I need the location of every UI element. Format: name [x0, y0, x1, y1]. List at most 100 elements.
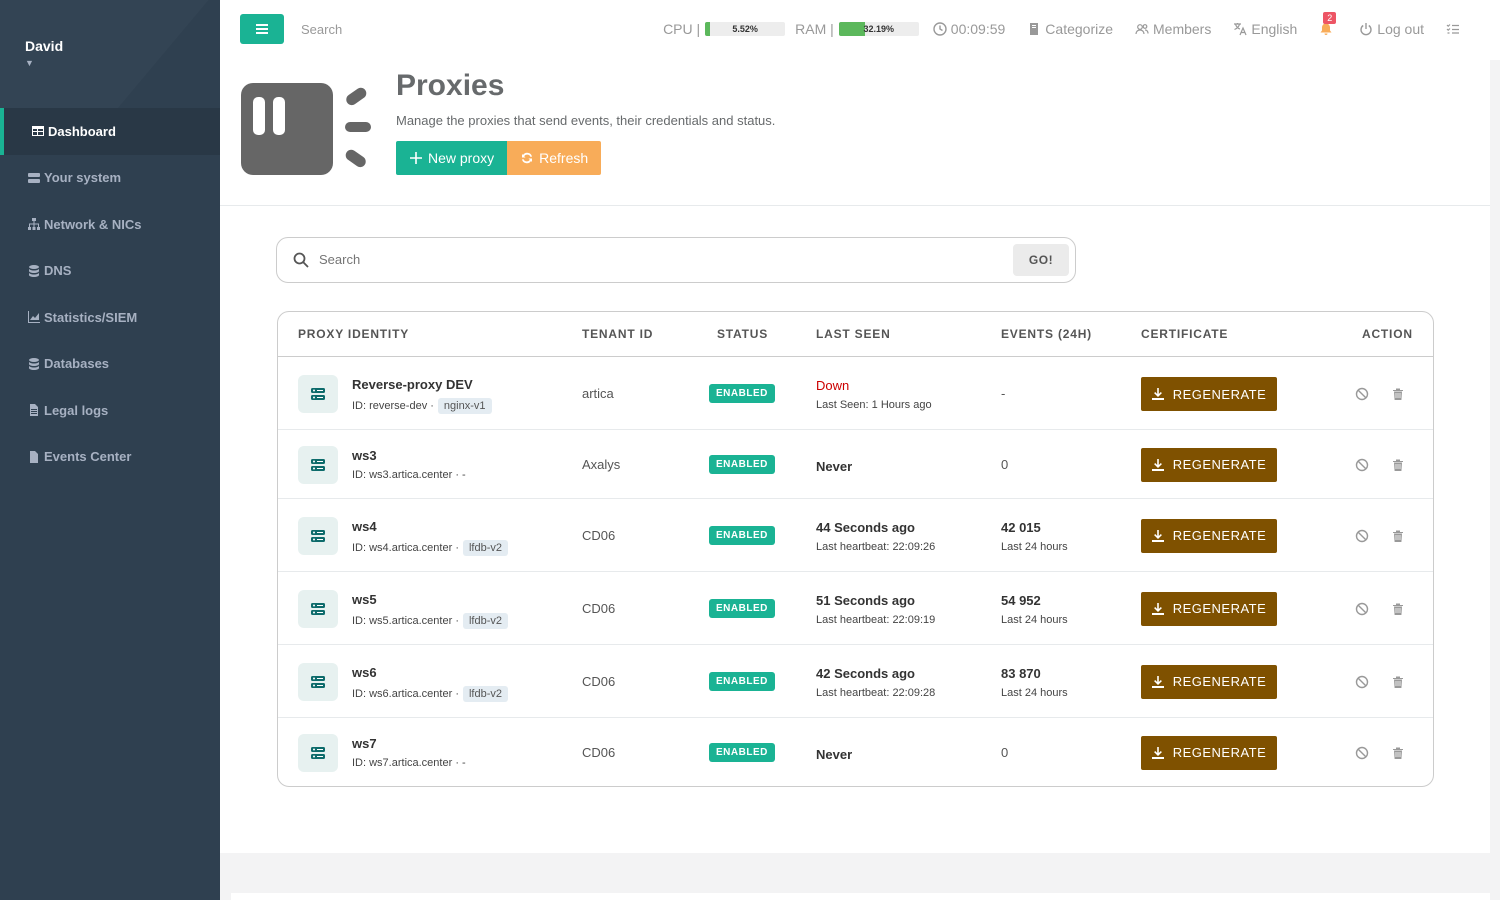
delete-button[interactable]: [1391, 458, 1405, 475]
delete-button[interactable]: [1391, 675, 1405, 692]
notifications-badge: 2: [1323, 12, 1337, 24]
col-tenant-id: TENANT ID: [582, 327, 654, 341]
proxy-identity: ws5 ID: ws5.artica.center · lfdb-v2: [352, 592, 509, 629]
disable-button[interactable]: [1355, 746, 1369, 763]
delete-button[interactable]: [1391, 746, 1405, 763]
proxy-id: ID: ws4.artica.center · lfdb-v2: [352, 539, 509, 556]
disable-button[interactable]: [1355, 602, 1369, 619]
proxy-name: Reverse-proxy DEV: [352, 377, 473, 392]
delete-button[interactable]: [1391, 529, 1405, 546]
events-value: 54 952: [1001, 592, 1041, 608]
members-link[interactable]: Members: [1135, 21, 1211, 37]
disable-button[interactable]: [1355, 529, 1369, 546]
proxy-logo-icon: [241, 83, 373, 178]
user-profile[interactable]: David ▼: [0, 0, 220, 108]
last-seen: Down Last Seen: 1 Hours ago: [816, 378, 932, 411]
regenerate-label: REGENERATE: [1172, 745, 1267, 760]
sidebar-item-network[interactable]: Network & NICs: [0, 201, 220, 248]
last-seen: Never: [816, 459, 852, 474]
proxy-id: ID: ws3.artica.center · -: [352, 469, 466, 481]
last-seen-detail: Last heartbeat: 22:09:28: [816, 686, 936, 699]
sidebar-item-statistics[interactable]: Statistics/SIEM: [0, 294, 220, 341]
sidebar-item-label: Your system: [44, 170, 122, 186]
file-icon: [27, 404, 40, 417]
disable-button[interactable]: [1355, 675, 1369, 692]
server-icon: [298, 516, 338, 555]
regenerate-button[interactable]: REGENERATE: [1141, 518, 1277, 553]
proxy-type-tag: nginx-v1: [437, 398, 492, 414]
sidebar-item-dns[interactable]: DNS: [0, 248, 220, 295]
download-icon: [1151, 529, 1173, 542]
caret-down-icon[interactable]: ▼: [25, 58, 195, 68]
status-badge: ENABLED: [709, 671, 775, 691]
top-navbar: Search CPU | 5.52% RAM | 32.19% 00:09:59…: [220, 0, 1500, 60]
col-certificate: CERTIFICATE: [1141, 327, 1229, 341]
last-seen-value: Never: [816, 746, 853, 762]
regenerate-button[interactable]: REGENERATE: [1141, 591, 1277, 626]
regenerate-label: REGENERATE: [1172, 674, 1267, 689]
notifications-button[interactable]: 2: [1319, 12, 1337, 36]
proxy-search-input[interactable]: [319, 252, 999, 267]
list-check-icon: [1446, 24, 1459, 34]
trash-icon: [1391, 530, 1405, 546]
delete-button[interactable]: [1391, 387, 1405, 404]
tenant-id: CD06: [582, 744, 616, 760]
cpu-meter: CPU | 5.52%: [663, 21, 786, 37]
sidebar-item-dashboard[interactable]: Dashboard: [0, 108, 220, 155]
ban-icon: [1355, 529, 1369, 546]
last-seen-value: 42 Seconds ago: [816, 665, 915, 681]
regenerate-button[interactable]: REGENERATE: [1141, 735, 1277, 770]
proxy-id-text: ID: reverse-dev ·: [352, 400, 434, 412]
ram-meter: RAM | 32.19%: [795, 21, 919, 37]
trash-icon: [1391, 603, 1405, 619]
last-seen-value: 44 Seconds ago: [816, 519, 915, 535]
status-badge: ENABLED: [709, 384, 775, 403]
table-row: ws3 ID: ws3.artica.center · - Axalys ENABLE…: [278, 430, 1433, 499]
go-button[interactable]: GO!: [1013, 244, 1069, 276]
regenerate-button[interactable]: REGENERATE: [1141, 664, 1277, 699]
sidebar-item-legal-logs[interactable]: Legal logs: [0, 387, 220, 434]
sidebar-item-events-center[interactable]: Events Center: [0, 434, 220, 481]
last-seen-value: 51 Seconds ago: [816, 592, 915, 608]
server-icon: [298, 375, 338, 413]
sidebar-item-databases[interactable]: Databases: [0, 341, 220, 388]
last-seen-detail: Last heartbeat: 22:09:19: [816, 613, 936, 626]
events-detail: Last 24 hours: [1001, 613, 1068, 626]
events-24h: -: [1001, 386, 1005, 401]
proxies-table: PROXY IDENTITY TENANT ID STATUS LAST SEE…: [277, 311, 1434, 787]
language-link[interactable]: English: [1233, 21, 1297, 37]
disable-button[interactable]: [1355, 458, 1369, 475]
ban-icon: [1355, 458, 1369, 475]
proxy-id-text: ID: ws3.artica.center · -: [352, 468, 466, 481]
ram-label: RAM |: [795, 21, 834, 37]
sidebar-item-your-system[interactable]: Your system: [0, 155, 220, 202]
user-name: David: [25, 38, 64, 54]
ban-icon: [1355, 387, 1369, 404]
tasks-button[interactable]: [1446, 22, 1464, 36]
sidebar-item-label: Dashboard: [48, 123, 116, 139]
categorize-label: Categorize: [1045, 21, 1113, 37]
proxy-identity: Reverse-proxy DEV ID: reverse-dev · nginx-…: [352, 377, 492, 414]
disable-button[interactable]: [1355, 387, 1369, 404]
col-status: STATUS: [717, 327, 769, 341]
logout-link[interactable]: Log out: [1359, 21, 1424, 37]
proxy-identity: ws7 ID: ws7.artica.center · -: [352, 736, 466, 769]
regenerate-button[interactable]: REGENERATE: [1141, 377, 1277, 411]
table-icon: [31, 125, 44, 138]
categorize-link[interactable]: Categorize: [1027, 21, 1113, 37]
new-proxy-button[interactable]: New proxy: [396, 141, 508, 175]
delete-button[interactable]: [1391, 602, 1405, 619]
refresh-button[interactable]: Refresh: [507, 141, 602, 175]
proxy-id-text: ID: ws5.artica.center ·: [352, 614, 459, 627]
events-value: 42 015: [1001, 519, 1041, 535]
regenerate-button[interactable]: REGENERATE: [1141, 447, 1277, 482]
last-seen: 42 Seconds ago Last heartbeat: 22:09:28: [816, 666, 935, 699]
top-search-input[interactable]: Search: [301, 22, 342, 37]
proxy-name: ws6: [352, 664, 377, 680]
regenerate-label: REGENERATE: [1172, 386, 1267, 402]
proxy-id: ID: ws5.artica.center · lfdb-v2: [352, 612, 509, 629]
trash-icon: [1391, 747, 1405, 763]
cpu-value: 5.52%: [732, 24, 758, 34]
menu-toggle-button[interactable]: [240, 14, 284, 44]
table-row: Reverse-proxy DEV ID: reverse-dev · nginx-…: [278, 358, 1433, 430]
